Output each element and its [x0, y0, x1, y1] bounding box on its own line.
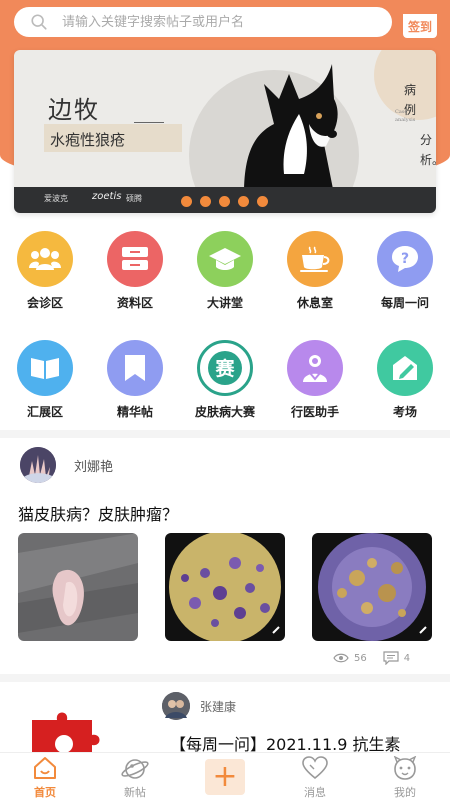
post-image[interactable]: [165, 533, 285, 641]
banner-dot[interactable]: [257, 196, 268, 207]
menu-item-skin-contest[interactable]: 赛 皮肤病大赛: [180, 340, 270, 420]
post-image[interactable]: [312, 533, 432, 641]
bottom-nav: 首页 新帖 + 消息 我的: [0, 752, 450, 801]
banner-dot[interactable]: [200, 196, 211, 207]
menu-label: 休息室: [296, 296, 333, 310]
avatar[interactable]: [162, 692, 190, 720]
section-divider: [0, 674, 450, 682]
menu-item-weekly-question[interactable]: ? 每周一问: [360, 231, 450, 311]
heart-icon: [270, 756, 360, 782]
post-title[interactable]: 猫皮肤病？皮肤肿瘤？: [18, 501, 178, 525]
comment-icon[interactable]: [383, 651, 399, 665]
signin-label: 签到: [407, 20, 432, 34]
graduation-cap-icon: [197, 231, 253, 287]
search-input[interactable]: [60, 13, 364, 31]
nav-profile[interactable]: 我的: [360, 753, 450, 800]
calendar-top: [403, 8, 437, 14]
nav-label: 消息: [304, 786, 326, 799]
menu-item-featured[interactable]: 精华帖: [90, 340, 180, 420]
book-icon: [17, 340, 73, 396]
eye-icon: [333, 653, 349, 663]
banner-brand-1: 爱波克: [44, 194, 68, 203]
nav-home[interactable]: 首页: [0, 753, 90, 800]
post-author[interactable]: 刘娜艳: [20, 447, 113, 483]
bookmark-icon: [107, 340, 163, 396]
menu-label: 会诊区: [26, 296, 63, 310]
nav-label: 我的: [394, 786, 416, 799]
author-name[interactable]: 张建康: [200, 698, 236, 715]
menu-item-lounge[interactable]: 休息室: [270, 231, 360, 311]
view-count: 56: [354, 652, 367, 664]
menu-label: 大讲堂: [206, 296, 243, 310]
coffee-cup-icon: [287, 231, 343, 287]
menu-label: 资料区: [116, 296, 153, 310]
nav-label: 首页: [34, 786, 56, 799]
competition-badge-icon: 赛: [197, 340, 253, 396]
planet-icon: [90, 756, 180, 782]
comment-count: 4: [403, 652, 411, 664]
dog-image: [244, 64, 338, 194]
nav-new-posts[interactable]: 新帖: [90, 753, 180, 800]
plus-icon[interactable]: +: [205, 759, 245, 795]
avatar[interactable]: [20, 447, 56, 483]
banner-line: [134, 122, 164, 123]
banner-side-text-2: 分析。: [420, 133, 436, 167]
svg-text:赛: 赛: [214, 357, 235, 380]
menu-item-consultation[interactable]: 会诊区: [0, 231, 90, 311]
banner-pagination[interactable]: [181, 196, 276, 207]
menu-label: 皮肤病大赛: [194, 405, 255, 419]
banner-dot[interactable]: [238, 196, 249, 207]
smiley-icon: [360, 756, 450, 782]
author-name[interactable]: 刘娜艳: [74, 456, 113, 475]
post-author[interactable]: 张建康: [162, 692, 236, 720]
nav-messages[interactable]: 消息: [270, 753, 360, 800]
banner-side-tiny: Case analysis: [395, 109, 416, 123]
menu-label: 每周一问: [380, 296, 429, 310]
menu-label: 精华帖: [116, 405, 153, 419]
people-icon: [17, 231, 73, 287]
banner-brand-3: 硕腾: [126, 194, 142, 203]
menu-label: 行医助手: [290, 405, 339, 419]
question-bubble-icon: ?: [377, 231, 433, 287]
banner-subtitle: 水疱性狼疮: [50, 131, 126, 149]
banner-brand-2: zoetis: [92, 191, 122, 202]
post-image[interactable]: [18, 533, 138, 641]
drawer-icon: [107, 231, 163, 287]
promo-banner[interactable]: 边牧 水疱性狼疮 病例 Case analysis 分析。 爱波克 zoetis…: [14, 50, 436, 213]
doctor-icon: [287, 340, 343, 396]
menu-item-assistant[interactable]: 行医助手: [270, 340, 360, 420]
search-bar[interactable]: [14, 7, 392, 37]
signin-button[interactable]: 签到: [403, 6, 437, 38]
menu-label: 考场: [392, 405, 417, 419]
post-stats: 56 4: [333, 651, 410, 665]
svg-text:?: ?: [401, 251, 409, 267]
section-divider: [0, 430, 450, 438]
home-icon: [0, 756, 90, 782]
menu-item-exhibition[interactable]: 汇展区: [0, 340, 90, 420]
search-icon: [31, 14, 47, 30]
menu-label: 汇展区: [26, 405, 63, 419]
menu-item-lecture[interactable]: 大讲堂: [180, 231, 270, 311]
banner-dot[interactable]: [181, 196, 192, 207]
nav-label: 新帖: [124, 786, 146, 799]
banner-title: 边牧: [48, 96, 100, 124]
banner-dot[interactable]: [219, 196, 230, 207]
menu-item-exam[interactable]: 考场: [360, 340, 450, 420]
nav-create-post[interactable]: +: [180, 753, 270, 795]
menu-item-materials[interactable]: 资料区: [90, 231, 180, 311]
post-thumbnail-puzzle[interactable]: [22, 700, 142, 760]
exam-icon: [377, 340, 433, 396]
